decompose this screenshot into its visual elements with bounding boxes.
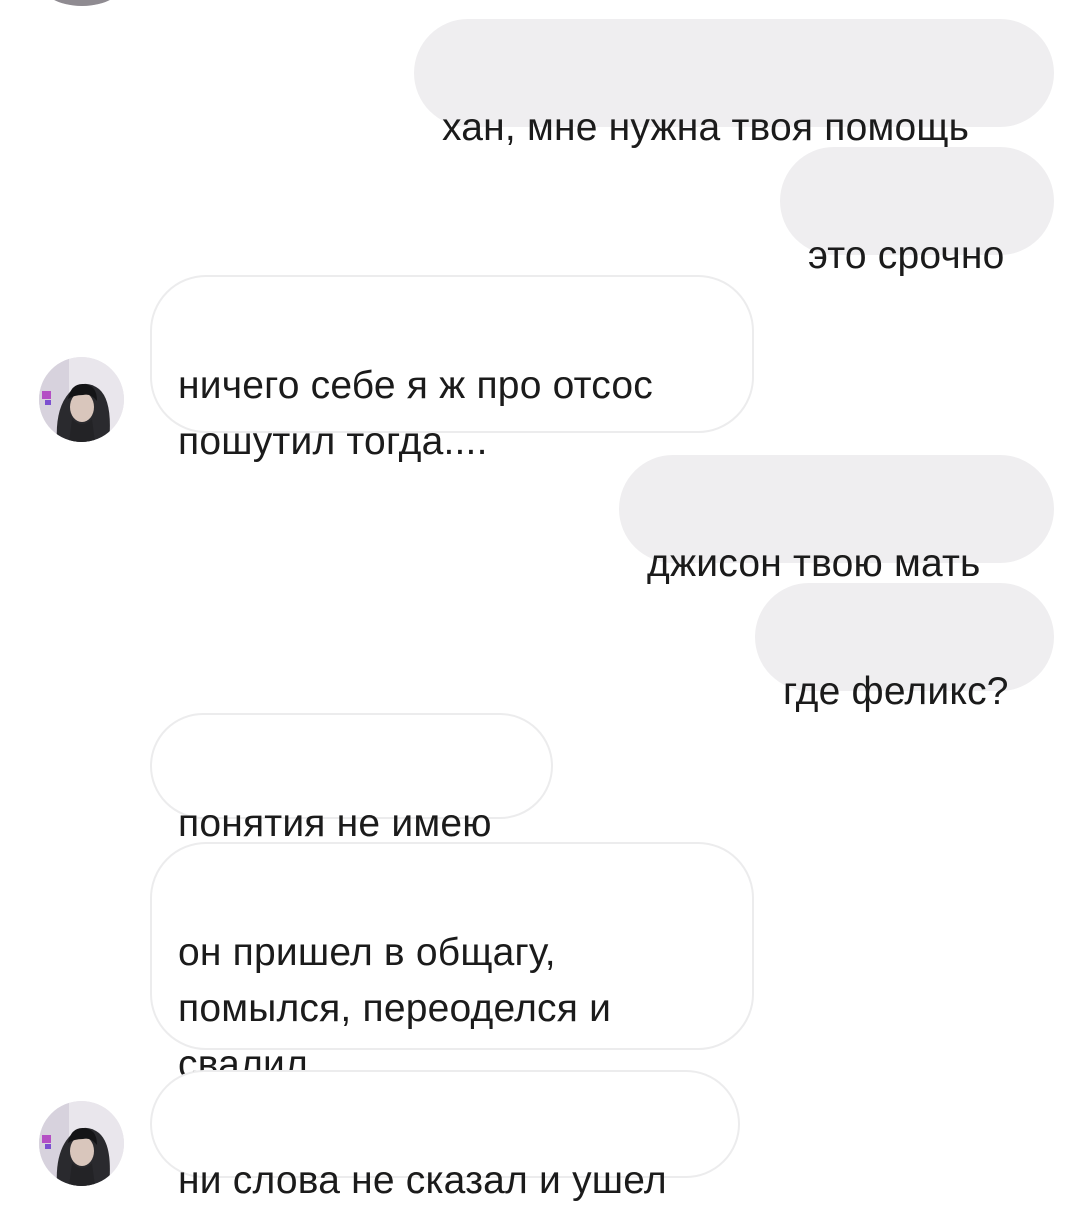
avatar[interactable] (39, 357, 124, 442)
message-bubble-received[interactable]: ни слова не сказал и ушел (150, 1070, 740, 1202)
message-bubble-sent[interactable]: джисон твою мать (619, 455, 1054, 585)
message-text: он пришел в общагу, помылся, переоделся … (178, 931, 612, 1086)
message-text: хан, мне нужна твоя помощь (442, 106, 970, 149)
avatar-partial[interactable] (40, 0, 124, 6)
message-text: это срочно (808, 234, 1005, 277)
message-text: ни слова не сказал и ушел (178, 1159, 667, 1202)
avatar-photo-icon (39, 357, 124, 442)
message-bubble-received[interactable]: он пришел в общагу, помылся, переоделся … (150, 842, 754, 1086)
message-bubble-sent[interactable]: это срочно (780, 147, 1054, 277)
message-bubble-received[interactable]: понятия не имею (150, 713, 553, 845)
message-bubble-sent[interactable]: где феликс? (755, 583, 1054, 713)
message-text: понятия не имею (178, 802, 492, 845)
message-text: ничего себе я ж про отсос пошутил тогда.… (178, 364, 653, 463)
avatar-photo-icon (39, 1101, 124, 1186)
message-text: где феликс? (783, 670, 1009, 713)
avatar[interactable] (39, 1101, 124, 1186)
message-bubble-sent[interactable]: хан, мне нужна твоя помощь (414, 19, 1054, 149)
message-bubble-received[interactable]: ничего себе я ж про отсос пошутил тогда.… (150, 275, 754, 463)
message-text: джисон твою мать (647, 542, 981, 585)
